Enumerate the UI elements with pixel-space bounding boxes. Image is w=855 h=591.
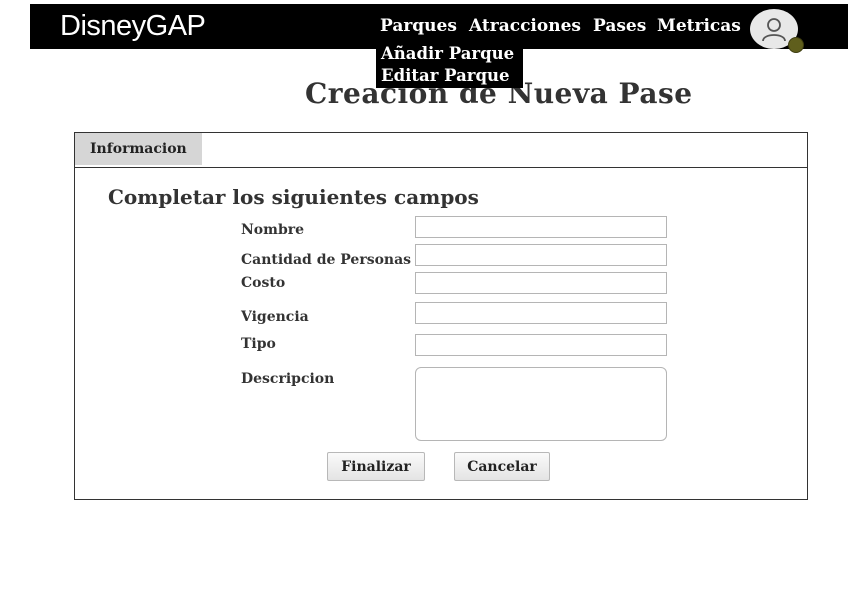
nav-item-atracciones[interactable]: Atracciones (469, 16, 581, 36)
label-costo: Costo (241, 275, 286, 291)
nav-item-pases[interactable]: Pases (593, 16, 646, 36)
label-tipo: Tipo (241, 336, 276, 352)
nombre-input[interactable] (415, 216, 667, 238)
label-nombre: Nombre (241, 222, 305, 238)
parques-dropdown-menu: Añadir Parque Editar Parque (376, 43, 523, 88)
form-panel: Informacion Completar los siguientes cam… (74, 132, 808, 500)
costo-input[interactable] (415, 272, 667, 294)
label-cantidad-personas: Cantidad de Personas (241, 252, 412, 268)
brand-logo[interactable]: DisneyGAP (60, 10, 206, 43)
tab-strip: Informacion (75, 133, 807, 168)
tipo-input[interactable] (415, 334, 667, 356)
dropdown-item-anadir-parque[interactable]: Añadir Parque (381, 44, 514, 63)
label-vigencia: Vigencia (241, 309, 309, 325)
cantidad-personas-input[interactable] (415, 244, 667, 266)
tab-informacion[interactable]: Informacion (75, 133, 202, 165)
descripcion-textarea[interactable] (415, 367, 667, 441)
finalizar-button[interactable]: Finalizar (327, 452, 425, 481)
form-heading: Completar los siguientes campos (108, 185, 479, 209)
nav-item-parques[interactable]: Parques (380, 16, 457, 36)
cancelar-button[interactable]: Cancelar (454, 452, 550, 481)
nav-item-metricas[interactable]: Metricas (657, 16, 741, 36)
user-icon (762, 18, 786, 42)
dropdown-item-editar-parque[interactable]: Editar Parque (381, 66, 510, 85)
vigencia-input[interactable] (415, 302, 667, 324)
label-descripcion: Descripcion (241, 371, 335, 387)
status-indicator (788, 37, 804, 53)
